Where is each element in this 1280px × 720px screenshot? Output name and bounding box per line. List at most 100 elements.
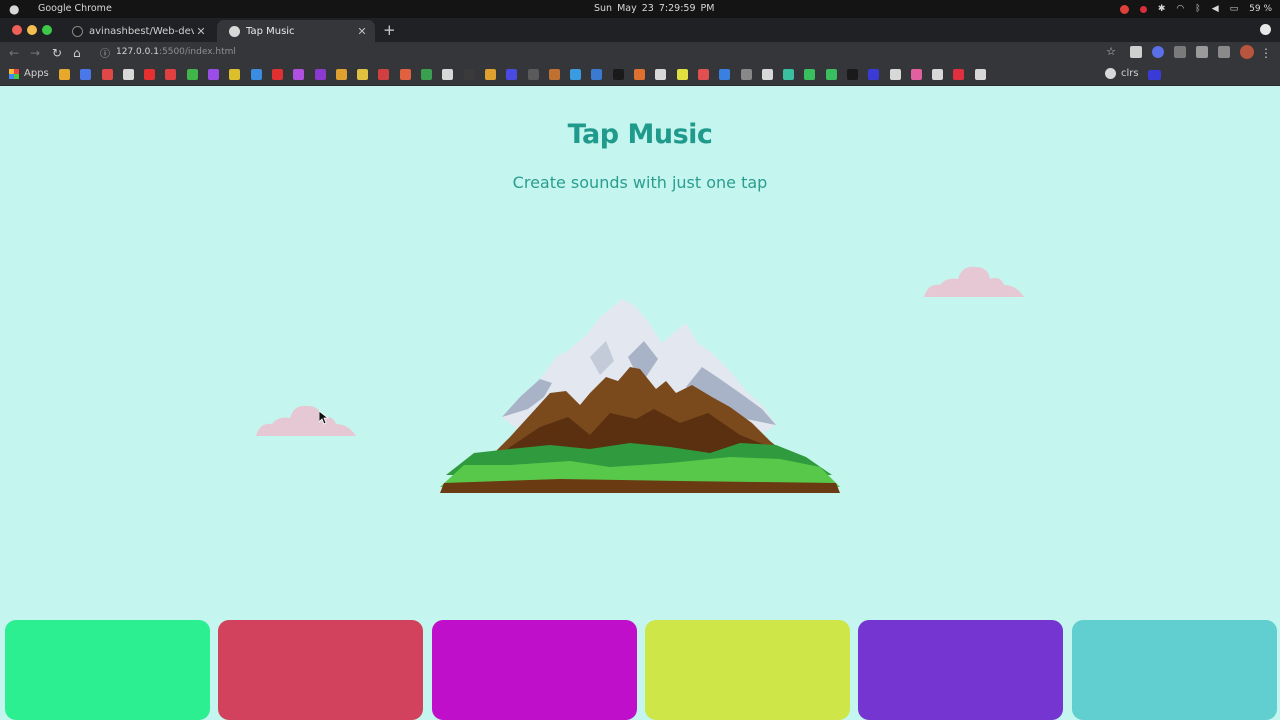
bookmark-icon[interactable] — [208, 69, 220, 80]
bookmark-icon[interactable] — [697, 69, 709, 80]
bookmark-icon[interactable] — [122, 69, 134, 80]
sound-pads — [0, 620, 1280, 720]
bookmark-icon[interactable] — [719, 69, 731, 80]
bookmark-clrs[interactable]: clrs — [1105, 68, 1139, 79]
site-info-icon[interactable]: ⓘ — [100, 45, 110, 60]
bookmark-icon[interactable] — [783, 69, 795, 80]
address-bar[interactable]: ⓘ 127.0.0.1:5500/index.html ☆ — [92, 44, 1122, 62]
bookmark-icon[interactable] — [378, 69, 390, 80]
menu-kebab-icon[interactable]: ⋮ — [1260, 44, 1272, 62]
bookmark-icon[interactable] — [59, 69, 70, 80]
bookmark-icon[interactable] — [974, 69, 986, 80]
notification-dot-icon[interactable] — [1139, 5, 1147, 13]
close-tab-icon[interactable]: ✕ — [194, 25, 208, 38]
bookmark-icon[interactable] — [910, 69, 922, 80]
close-window-button[interactable] — [12, 25, 22, 35]
profile-avatar[interactable] — [1240, 45, 1254, 59]
bookmark-icon[interactable] — [761, 69, 773, 80]
bookmark-icon[interactable] — [548, 69, 560, 80]
bookmark-icon[interactable] — [591, 69, 603, 80]
back-icon[interactable]: ← — [9, 44, 19, 62]
tab-tap-music[interactable]: Tap Music ✕ — [217, 20, 375, 42]
bookmark-icon[interactable] — [144, 69, 156, 80]
active-app-name[interactable]: Google Chrome — [38, 3, 112, 14]
home-icon[interactable]: ⌂ — [73, 44, 81, 62]
bookmark-icon[interactable] — [293, 69, 305, 80]
sound-pad-2[interactable] — [218, 620, 424, 720]
system-clock[interactable]: Sun May 23 7:29:59 PM — [594, 3, 714, 14]
tab-title: Tap Music — [246, 25, 295, 37]
apps-grid-icon — [9, 68, 19, 79]
bookmark-icon[interactable] — [484, 69, 496, 80]
bookmark-icon[interactable] — [740, 69, 752, 80]
battery-icon[interactable]: ▭ — [1230, 2, 1239, 16]
bookmark-icon[interactable] — [953, 69, 965, 80]
bookmark-icon[interactable] — [463, 69, 475, 80]
bookmark-icon[interactable] — [1148, 70, 1161, 80]
bookmark-icon[interactable] — [421, 69, 433, 80]
bookmark-icon[interactable] — [229, 69, 241, 80]
bookmark-icon[interactable] — [655, 69, 667, 80]
bookmark-icon[interactable] — [932, 69, 944, 80]
wifi-icon[interactable]: ◠ — [1176, 2, 1184, 16]
volume-icon[interactable]: ◀ — [1212, 2, 1219, 16]
record-indicator-icon[interactable] — [1119, 4, 1129, 14]
tab-search-icon[interactable] — [1260, 24, 1271, 35]
bookmark-icon[interactable] — [868, 69, 880, 80]
sound-pad-5[interactable] — [858, 620, 1064, 720]
mountain-illustration — [440, 299, 840, 493]
extension-icon[interactable] — [1152, 46, 1164, 58]
bookmark-icon[interactable] — [314, 69, 326, 80]
extension-icon[interactable] — [1130, 46, 1142, 58]
bookmark-icons — [59, 69, 996, 80]
sound-pad-3[interactable] — [431, 620, 637, 720]
bookmark-icon[interactable] — [612, 69, 624, 80]
apple-menu-icon[interactable]: ● — [9, 2, 19, 16]
bookmark-icon[interactable] — [186, 69, 198, 80]
cloud-left — [256, 405, 356, 436]
bookmark-star-icon[interactable]: ☆ — [1106, 45, 1116, 58]
settings-icon[interactable]: ✱ — [1158, 2, 1166, 16]
bookmark-icon[interactable] — [442, 69, 454, 80]
bookmark-icon[interactable] — [506, 69, 518, 80]
reload-icon[interactable]: ↻ — [52, 44, 62, 62]
puzzle-icon[interactable] — [1196, 46, 1208, 58]
bookmark-icon[interactable] — [846, 69, 858, 80]
forward-icon[interactable]: → — [30, 44, 40, 62]
page-subtitle: Create sounds with just one tap — [512, 173, 768, 192]
browser-toolbar: ← → ↻ ⌂ ⓘ 127.0.0.1:5500/index.html ☆ ⋮ — [0, 42, 1280, 64]
sound-pad-1[interactable] — [5, 620, 210, 720]
sound-pad-4[interactable] — [644, 620, 850, 720]
shield-icon[interactable] — [1174, 46, 1186, 58]
bookmark-icon[interactable] — [335, 69, 347, 80]
bookmark-icon[interactable] — [889, 69, 901, 80]
bookmark-icon[interactable] — [676, 69, 688, 80]
sound-pad-6[interactable] — [1071, 620, 1277, 720]
bookmark-icon[interactable] — [101, 69, 113, 80]
url-text[interactable]: 127.0.0.1:5500/index.html — [116, 47, 236, 57]
bookmark-icon[interactable] — [357, 69, 369, 80]
reading-list-icon[interactable] — [1218, 46, 1230, 58]
battery-percent: 59 % — [1249, 4, 1272, 14]
bookmark-icon[interactable] — [825, 69, 837, 80]
bookmark-icon[interactable] — [399, 69, 411, 80]
bookmark-icon[interactable] — [570, 69, 582, 80]
close-tab-icon[interactable]: ✕ — [355, 25, 369, 38]
bookmark-apps[interactable]: Apps — [9, 68, 49, 79]
bookmark-icon[interactable] — [804, 69, 816, 80]
tab-github[interactable]: avinashbest/Web-dev-Pro ✕ — [60, 20, 214, 42]
bookmark-icon[interactable] — [80, 69, 92, 80]
new-tab-button[interactable]: + — [383, 21, 396, 39]
bookmark-icon[interactable] — [165, 69, 177, 80]
bookmark-icon[interactable] — [271, 69, 283, 80]
bookmarks-bar: Apps clrs — [0, 64, 1280, 86]
bookmark-icon[interactable] — [634, 69, 646, 80]
url-path: :5500/index.html — [158, 47, 236, 57]
bluetooth-icon[interactable]: ᛒ — [1195, 2, 1200, 16]
page-content: Tap Music Create sounds with just one ta… — [0, 87, 1280, 720]
maximize-window-button[interactable] — [42, 25, 52, 35]
bookmark-icon[interactable] — [527, 69, 539, 80]
extensions-row — [1130, 45, 1254, 59]
minimize-window-button[interactable] — [27, 25, 37, 35]
bookmark-icon[interactable] — [250, 69, 262, 80]
